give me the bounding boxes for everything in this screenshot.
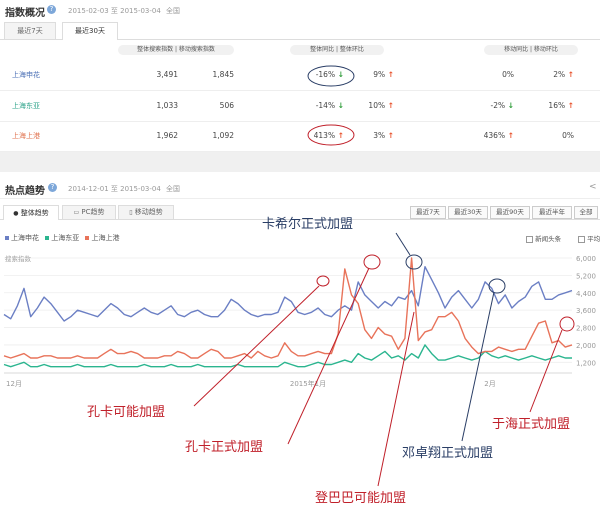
x-tick-label: 2015年1月 bbox=[290, 379, 326, 388]
annotation-conca-signed: 孔卡正式加盟 bbox=[185, 440, 264, 455]
annotation-yuhai-signed: 于海正式加盟 bbox=[492, 417, 571, 432]
trend-chart: 6,000 5,200 4,400 3,600 2,800 2,000 1,200 12月 20… bbox=[3, 65, 596, 487]
annotation-cahill-signed: 卡希尔正式加盟 bbox=[262, 217, 354, 232]
y-tick-label: 1,200 bbox=[576, 359, 596, 367]
y-tick-label: 5,200 bbox=[576, 272, 596, 280]
highlight-circle bbox=[316, 275, 330, 287]
highlight-circle bbox=[307, 65, 355, 87]
y-tick-label: 4,400 bbox=[576, 290, 596, 298]
y-tick-label: 3,600 bbox=[576, 307, 596, 315]
annotation-demba-possible: 登巴巴可能加盟 bbox=[315, 491, 407, 506]
annotation-leader-line bbox=[529, 329, 563, 413]
highlight-circle bbox=[405, 254, 423, 270]
y-tick-label: 2,000 bbox=[576, 342, 596, 350]
highlight-circle bbox=[559, 316, 575, 332]
highlight-circle bbox=[363, 254, 381, 270]
annotation-leader-line bbox=[395, 232, 411, 256]
x-tick-label: 2月 bbox=[484, 380, 495, 388]
annotation-conca-possible: 孔卡可能加盟 bbox=[87, 405, 166, 420]
annotation-leader-line bbox=[193, 285, 320, 407]
annotation-leader-line bbox=[461, 291, 495, 442]
highlight-circle bbox=[307, 124, 355, 146]
y-tick-label: 2,800 bbox=[576, 325, 596, 333]
highlight-circle bbox=[488, 278, 506, 294]
series-line-上海上港 bbox=[3, 257, 573, 359]
annotation-deng-signed: 邓卓翔正式加盟 bbox=[402, 446, 494, 461]
x-tick-label: 12月 bbox=[6, 380, 22, 388]
series-line-上海申花 bbox=[3, 266, 573, 322]
y-tick-label: 6,000 bbox=[576, 255, 596, 263]
